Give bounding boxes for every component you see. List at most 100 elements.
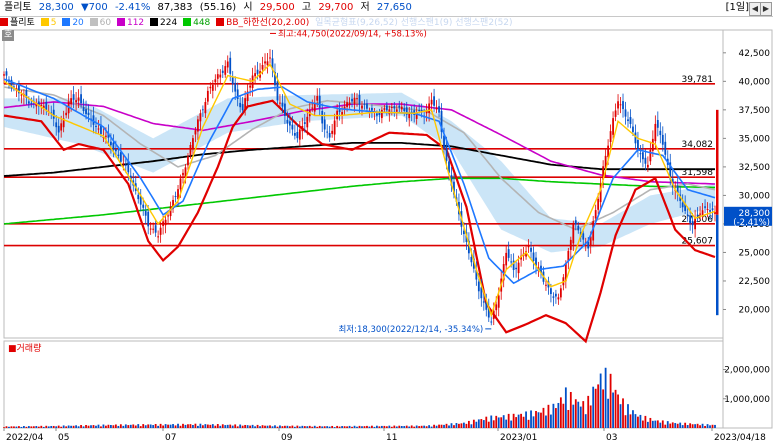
volume-bar [356,426,358,428]
volume-bar [390,426,393,428]
legend-ma60[interactable]: 60 [89,18,111,28]
volume-bar [435,425,438,428]
candle-body [199,113,202,122]
volume-bar [433,424,435,428]
volume-bar [353,425,356,428]
volume-bar [276,426,279,428]
candle-body [557,297,560,300]
candle-body [495,304,498,311]
legend-ma224[interactable]: 224 [150,18,177,28]
volume-bar [428,425,431,428]
volume-bar [470,424,473,428]
candle-body [651,138,654,151]
volume-bar [18,426,20,428]
volume-bar [597,384,600,428]
range-bar-down [716,214,719,316]
volume-bar [279,425,281,428]
candle-body [706,209,709,211]
volume-bar [90,425,92,428]
volume-bar [694,424,697,428]
candle-body [303,122,306,124]
volume-bar [177,423,179,428]
volume-bar [395,426,398,428]
volume-bar [502,415,505,428]
candle-body [545,284,547,286]
volume-bar [97,424,100,428]
candle-body [209,86,212,89]
volume-bar [622,398,624,428]
volume-bar [405,425,408,428]
candle-body [530,247,532,252]
y-tick-label-9: 42,500 [739,49,771,59]
y-tick-label-8: 40,000 [739,77,771,87]
candle-body [189,145,192,156]
candle-body [82,107,85,112]
volume-bar [485,416,488,428]
volume-bar [40,425,43,428]
volume-bar [144,425,147,428]
volume-bar [306,426,309,428]
volume-bar [82,426,85,428]
range-bar-up [716,109,719,215]
volume-bar [564,387,567,428]
candle-body [587,241,590,249]
x-tick-label-3: 09 [281,433,293,443]
candle-body [686,214,689,217]
candle-body [363,103,366,105]
candle-body [659,130,662,136]
volume-bar [72,425,75,428]
candle-body [157,236,160,238]
volume-bar [535,410,537,428]
legend-ma5[interactable]: 5 [40,18,56,28]
candle-body [704,206,706,208]
volume-bar [440,424,443,428]
volume-bar [313,425,316,428]
period-selector[interactable]: [1일] [726,0,749,16]
volume-bar [224,425,227,428]
volume-bar [403,426,406,428]
volume-bar [169,424,172,428]
volume-bar [684,422,687,428]
legend-ma20[interactable]: 20 [62,18,84,28]
legend-ichimoku[interactable]: 일목균형표(9,26,52) 선행스팬1(9) 선행스팬2(52) [315,18,512,28]
candle-body [550,288,552,295]
legend-price[interactable]: 플리토 [0,18,35,28]
volume-bar [142,424,145,428]
legend-ma112[interactable]: 112 [116,18,144,28]
candle-body [614,110,617,117]
nav-right-button[interactable]: ▶ [760,2,772,16]
candle-body [279,102,281,104]
volume-bar [676,423,679,428]
candle-body [351,98,353,102]
volume-bar [627,404,629,428]
volume-bar [410,425,413,428]
candle-body [20,94,23,96]
stock-name[interactable]: 플리토 [4,2,32,13]
candle-body [72,94,75,100]
volume-bar [649,417,652,428]
candle-body [77,97,80,101]
volume-bar [614,389,617,428]
candle-body [211,84,214,91]
candle-body [117,154,120,156]
volume-bar [530,410,532,428]
volume-bar [204,424,207,428]
candle-body [572,224,575,244]
volume-bar [127,425,130,428]
quote-tag[interactable]: 호 [2,30,15,41]
price-change: ▼700 [80,2,108,13]
volume-bar [187,424,189,428]
candle-body [637,139,639,150]
candle-body [296,131,299,139]
legend-ma448[interactable]: 448 [183,18,210,28]
candle-body [517,262,520,274]
legend-bb[interactable]: BB_하한선(20,2.00) [216,18,309,28]
candle-body [52,109,55,119]
volume-bar [711,424,714,428]
volume-bar [87,425,90,428]
candle-body [152,228,155,230]
volume-bar [119,424,122,428]
candle-body [699,213,701,215]
volume-bar [308,425,311,428]
volume-bar [527,419,530,428]
